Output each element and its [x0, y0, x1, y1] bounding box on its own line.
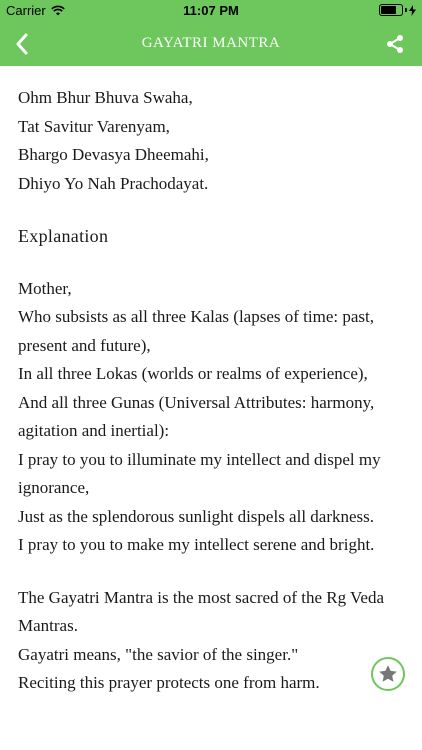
status-bar: Carrier 11:07 PM	[0, 0, 422, 22]
description-text: The Gayatri Mantra is the most sacred of…	[18, 584, 410, 698]
article-body: Ohm Bhur Bhuva Swaha, Tat Savitur Vareny…	[18, 84, 410, 698]
share-icon	[387, 35, 403, 53]
battery-indicator	[379, 4, 416, 16]
mantra-line: Bhargo Devasya Dheemahi,	[18, 145, 209, 164]
share-button[interactable]	[380, 29, 410, 59]
charging-icon	[409, 4, 416, 16]
mantra-line: Dhiyo Yo Nah Prachodayat.	[18, 173, 209, 193]
explanation-line: Mother,	[18, 278, 72, 298]
explanation-text: Mother, Who subsists as all three Kalas …	[18, 275, 410, 560]
description-line: The Gayatri Mantra is the most sacred of…	[18, 587, 385, 636]
explanation-line: Who subsists as all three Kalas (lapses …	[18, 307, 374, 355]
mantra-line: Tat Savitur Varenyam,	[18, 116, 170, 136]
explanation-line: I pray to you to illuminate my intellect…	[18, 449, 381, 498]
explanation-line: And all three Gunas (Universal Attribute…	[18, 392, 375, 441]
nav-bar: GAYATRI MANTRA	[0, 22, 422, 66]
battery-icon	[379, 4, 403, 16]
favorite-button[interactable]	[371, 657, 405, 691]
mantra-text: Ohm Bhur Bhuva Swaha, Tat Savitur Vareny…	[18, 84, 410, 198]
explanation-line: In all three Lokas (worlds or realms of …	[18, 364, 368, 383]
back-button[interactable]	[6, 28, 38, 60]
description-line: Gayatri means, "the savior of the singer…	[18, 644, 299, 664]
explanation-line: Just as the splendorous sunlight dispels…	[18, 506, 375, 526]
clock: 11:07 PM	[183, 3, 239, 18]
chevron-left-icon	[16, 33, 28, 55]
mantra-line: Ohm Bhur Bhuva Swaha,	[18, 88, 193, 107]
description-line: Reciting this prayer protects one from h…	[18, 673, 320, 692]
star-icon	[379, 665, 397, 682]
explanation-heading: Explanation	[18, 226, 109, 246]
explanation-line: I pray to you to make my intellect seren…	[18, 535, 375, 554]
page-title: GAYATRI MANTRA	[141, 35, 281, 51]
